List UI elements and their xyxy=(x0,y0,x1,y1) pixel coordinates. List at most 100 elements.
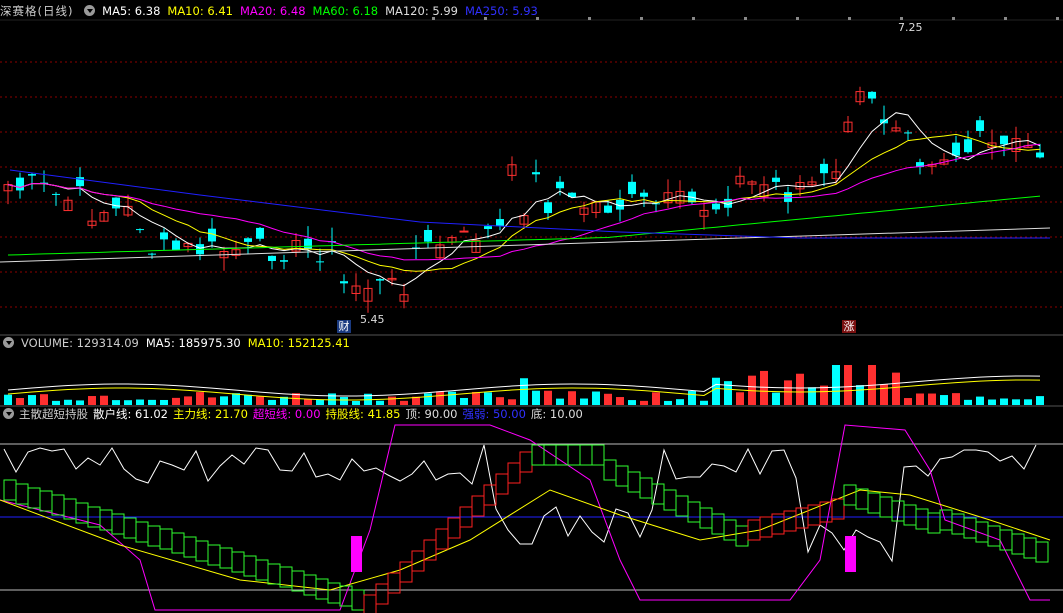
position-step-box xyxy=(231,551,245,573)
ma-legend-3: MA60: 6.18 xyxy=(312,4,379,18)
volume-bar xyxy=(388,396,396,405)
position-step-box xyxy=(591,444,605,466)
candle-body xyxy=(784,192,792,202)
position-step-box xyxy=(783,510,797,532)
indicator-header: 主散超短持股 散户线: 61.02 主力线: 21.70 超短线: 0.00 持股线: … xyxy=(0,406,588,422)
volume-bar xyxy=(256,396,264,405)
volume-bar xyxy=(568,391,576,405)
volume-bar xyxy=(736,392,744,405)
volume-bar xyxy=(988,399,996,405)
volume-bar xyxy=(700,400,708,405)
position-step-box xyxy=(267,563,281,585)
indicator-title[interactable]: 主散超短持股 xyxy=(19,407,88,421)
ma-legend-0: MA5: 6.38 xyxy=(102,4,161,18)
position-step-box xyxy=(435,528,449,550)
volume-bar xyxy=(772,392,780,405)
volume-bar xyxy=(976,396,984,405)
volume-bar xyxy=(52,400,60,405)
volume-bar xyxy=(460,397,468,405)
financial-report-marker[interactable]: 财 xyxy=(337,320,351,333)
position-step-box xyxy=(375,583,389,605)
candle-body xyxy=(532,172,540,175)
candle-body xyxy=(628,181,636,195)
volume-bar xyxy=(160,399,168,405)
volume-bar xyxy=(928,393,936,405)
volume-bar xyxy=(820,385,828,405)
time-tick xyxy=(640,17,643,20)
volume-bar xyxy=(136,399,144,405)
volume-bar xyxy=(316,399,324,405)
time-tick xyxy=(796,17,799,20)
position-step-box xyxy=(543,444,557,466)
position-step-box xyxy=(183,536,197,558)
candle-body xyxy=(964,139,972,153)
position-step-box xyxy=(351,589,365,611)
volume-bar xyxy=(196,392,204,405)
chart-canvas xyxy=(0,17,1063,613)
position-step-box xyxy=(1023,537,1037,559)
position-step-box xyxy=(471,495,485,517)
volume-bar xyxy=(904,398,912,405)
candle-body xyxy=(28,174,36,176)
position-step-box xyxy=(867,492,881,514)
volume-bar xyxy=(376,400,384,405)
limit-up-marker[interactable]: 涨 xyxy=(842,320,856,333)
candle-body xyxy=(904,132,912,134)
volume-bar xyxy=(400,400,408,405)
position-step-box xyxy=(1011,533,1025,555)
volume-bar xyxy=(76,400,84,405)
position-step-box xyxy=(123,517,137,539)
volume-bar xyxy=(520,378,528,405)
position-step-box xyxy=(879,496,893,518)
position-step-box xyxy=(159,528,173,550)
candle-body xyxy=(544,202,552,214)
volume-bar xyxy=(880,384,888,405)
position-step-box xyxy=(171,532,185,554)
volume-bar xyxy=(232,393,240,405)
position-step-box xyxy=(399,561,413,583)
position-step-box xyxy=(39,490,53,512)
volume-bar xyxy=(424,393,432,405)
candle-body xyxy=(148,253,156,255)
candle-body xyxy=(424,229,432,242)
position-step-box xyxy=(903,504,917,526)
volume-title: VOLUME: 129314.09 xyxy=(21,336,139,350)
volume-bar xyxy=(592,391,600,405)
volume-bar xyxy=(1012,399,1020,405)
volume-bar xyxy=(28,395,36,405)
ind-legend-5: 强弱: 50.00 xyxy=(462,407,526,421)
candle-body xyxy=(772,177,780,182)
position-step-box xyxy=(27,487,41,509)
position-step-box xyxy=(999,529,1013,551)
position-step-box xyxy=(291,570,305,592)
volume-bar xyxy=(544,390,552,405)
position-step-box xyxy=(735,525,749,547)
burst-bar xyxy=(351,536,362,572)
position-step-box xyxy=(339,585,353,607)
volume-bar xyxy=(328,393,336,405)
kline-menu-icon[interactable] xyxy=(84,5,96,16)
indicator-menu-icon[interactable] xyxy=(3,408,14,419)
vol-legend-1: MA10: 152125.41 xyxy=(247,336,350,350)
vol-legend-0: MA5: 185975.30 xyxy=(145,336,241,350)
position-step-box xyxy=(675,495,689,517)
candle-body xyxy=(640,192,648,197)
volume-bar xyxy=(532,390,540,405)
position-step-box xyxy=(15,483,29,505)
volume-bar xyxy=(244,394,252,405)
position-step-box xyxy=(927,512,941,534)
ind-legend-6: 底: 10.00 xyxy=(530,407,583,421)
position-step-box xyxy=(255,559,269,581)
volume-bar xyxy=(676,399,684,405)
stock-name[interactable]: 深赛格(日线) xyxy=(0,4,73,18)
position-step-box xyxy=(663,489,677,511)
volume-bar xyxy=(352,400,360,405)
volume-bar xyxy=(112,400,120,405)
candle-body xyxy=(376,279,384,281)
position-step-box xyxy=(519,451,533,473)
volume-menu-icon[interactable] xyxy=(3,337,14,348)
candle-body xyxy=(340,281,348,284)
position-step-box xyxy=(603,459,617,481)
volume-bar xyxy=(556,398,564,405)
time-tick xyxy=(848,17,851,20)
